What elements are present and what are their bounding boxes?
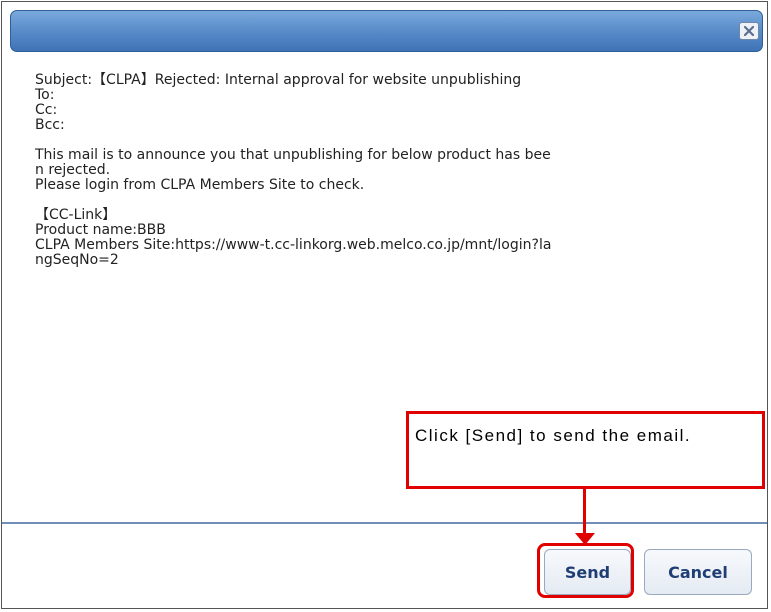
email-line: This mail is to announce you that unpubl… — [35, 147, 551, 163]
callout-arrow-line — [583, 489, 586, 534]
dialog-footer-divider — [2, 522, 767, 524]
email-line: Please login from CLPA Members Site to c… — [35, 177, 365, 193]
email-line: Product name:BBB — [35, 222, 166, 238]
email-line: To: — [35, 87, 55, 103]
send-button[interactable]: Send — [544, 549, 631, 595]
close-x-glyph — [744, 26, 754, 36]
instruction-callout: Click [Send] to send the email. — [406, 411, 765, 489]
email-line: Subject:【CLPA】Rejected: Internal approva… — [35, 72, 522, 88]
email-preview-body: Subject:【CLPA】Rejected: Internal approva… — [35, 73, 751, 268]
email-line — [35, 133, 751, 148]
email-dialog: Subject:【CLPA】Rejected: Internal approva… — [1, 1, 768, 609]
email-line: 【CC-Link】 — [35, 207, 117, 223]
dialog-title-bar[interactable] — [10, 10, 763, 52]
email-line — [35, 193, 751, 208]
cancel-button[interactable]: Cancel — [644, 549, 752, 595]
callout-arrow-head — [575, 533, 595, 545]
close-icon[interactable] — [739, 22, 759, 40]
email-line: Cc: — [35, 102, 58, 118]
email-line: n rejected. — [35, 162, 111, 178]
email-line: Bcc: — [35, 117, 65, 133]
email-line: CLPA Members Site:https://www-t.cc-linko… — [35, 237, 552, 253]
email-line: ngSeqNo=2 — [35, 252, 119, 268]
